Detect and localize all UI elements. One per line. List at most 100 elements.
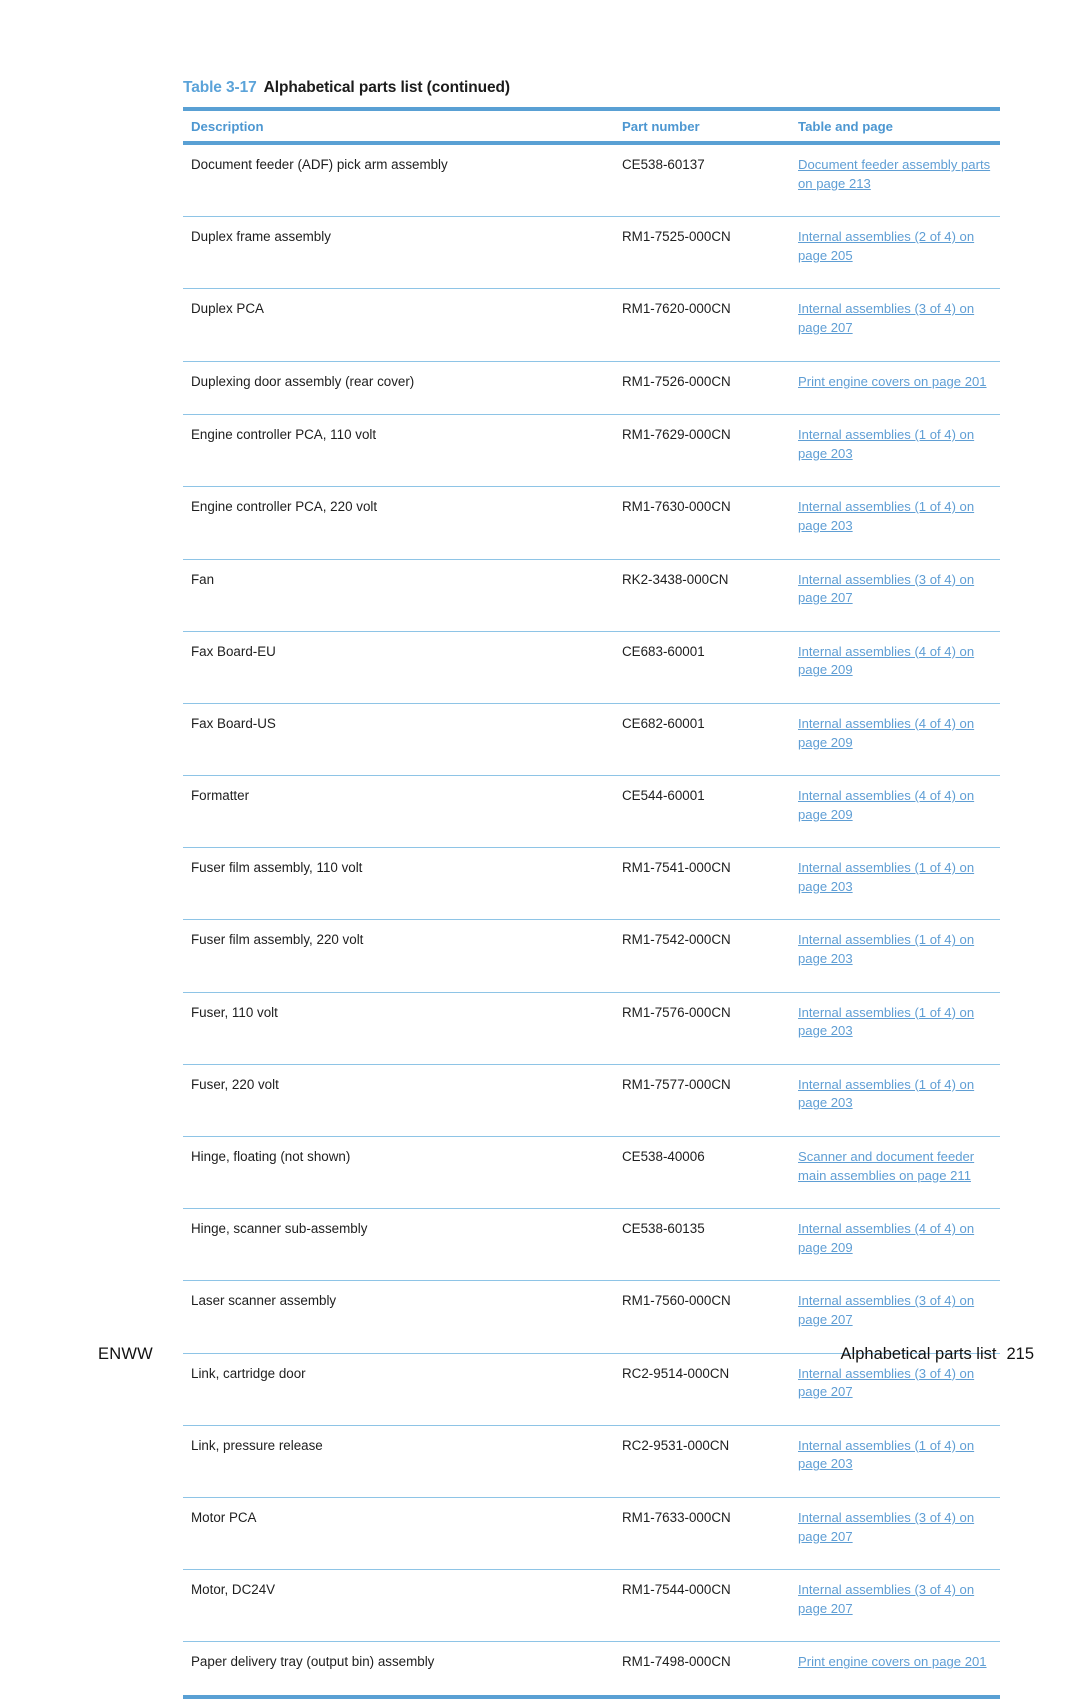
cross-reference-link[interactable]: Internal assemblies (3 of 4) on page 207 [798,1293,974,1327]
cross-reference-link[interactable]: Internal assemblies (1 of 4) on page 203 [798,1438,974,1472]
table-row: Engine controller PCA, 220 volt RM1-7630-… [183,486,1000,560]
cell-table-and-page: Internal assemblies (4 of 4) on page 209 [790,775,1000,849]
cell-part-number: RM1-7526-000CN [614,361,790,416]
cross-reference-link[interactable]: Scanner and document feeder main assembl… [798,1149,974,1183]
cell-table-and-page: Internal assemblies (1 of 4) on page 203 [790,992,1000,1065]
cross-reference-link[interactable]: Internal assemblies (3 of 4) on page 207 [798,1510,974,1544]
table-row: Engine controller PCA, 110 volt RM1-7629-… [183,414,1000,488]
cell-table-and-page: Internal assemblies (4 of 4) on page 209 [790,1208,1000,1282]
table-row: Fuser film assembly, 110 volt RM1-7541-00… [183,847,1000,921]
table-row: Motor, DC24V RM1-7544-000CN Internal assem… [183,1569,1000,1643]
table-caption-title: Alphabetical parts list (continued) [263,79,510,96]
cell-table-and-page: Internal assemblies (3 of 4) on page 207 [790,1280,1000,1354]
cross-reference-link[interactable]: Internal assemblies (1 of 4) on page 203 [798,860,974,894]
cell-table-and-page: Internal assemblies (2 of 4) on page 205 [790,216,1000,290]
alphabetical-parts-table: Description Part number Table and page D… [183,107,1000,1699]
cell-part-number: CE538-60135 [614,1208,790,1282]
table-header-row: Description Part number Table and page [183,107,1000,145]
cross-reference-link[interactable]: Internal assemblies (4 of 4) on page 209 [798,716,974,750]
cell-part-number: RM1-7629-000CN [614,414,790,488]
table-row: Paper delivery tray (output bin) assembl… [183,1641,1000,1699]
cross-reference-link[interactable]: Internal assemblies (2 of 4) on page 205 [798,229,974,263]
cell-part-number: RM1-7542-000CN [614,919,790,993]
cross-reference-link[interactable]: Internal assemblies (3 of 4) on page 207 [798,1582,974,1616]
cell-description: Hinge, floating (not shown) [183,1136,614,1210]
cross-reference-link[interactable]: Internal assemblies (1 of 4) on page 203 [798,1005,974,1039]
cell-part-number: RM1-7630-000CN [614,486,790,560]
cell-part-number: RM1-7498-000CN [614,1641,790,1699]
cross-reference-link[interactable]: Internal assemblies (1 of 4) on page 203 [798,499,974,533]
table-row: Fuser, 110 volt RM1-7576-000CN Internal as… [183,992,1000,1065]
cell-description: Fax Board-EU [183,631,614,704]
table-row: Laser scanner assembly RM1-7560-000CN Inte… [183,1280,1000,1354]
cell-part-number: RM1-7576-000CN [614,992,790,1065]
cell-part-number: RK2-3438-000CN [614,559,790,632]
cell-table-and-page: Internal assemblies (3 of 4) on page 207 [790,1497,1000,1571]
cell-description: Fax Board-US [183,703,614,777]
cell-description: Engine controller PCA, 220 volt [183,486,614,560]
footer-page-number: 215 [1006,1345,1034,1363]
cell-description: Engine controller PCA, 110 volt [183,414,614,488]
table-body: Document feeder (ADF) pick arm assembly C… [183,143,1000,1699]
cell-description: Motor PCA [183,1497,614,1571]
column-header-table-and-page: Table and page [790,107,1000,145]
cell-part-number: CE683-60001 [614,631,790,704]
cell-description: Paper delivery tray (output bin) assembl… [183,1641,614,1699]
cell-part-number: CE544-60001 [614,775,790,849]
cell-description: Duplexing door assembly (rear cover) [183,361,614,416]
cell-table-and-page: Internal assemblies (3 of 4) on page 207 [790,288,1000,362]
table-header: Description Part number Table and page [183,107,1000,145]
cell-table-and-page: Scanner and document feeder main assembl… [790,1136,1000,1210]
cell-part-number: RM1-7525-000CN [614,216,790,290]
cell-description: Fan [183,559,614,632]
cell-table-and-page: Internal assemblies (3 of 4) on page 207 [790,559,1000,632]
table-row: Document feeder (ADF) pick arm assembly C… [183,143,1000,218]
table-row: Fax Board-EU CE683-60001 Internal assembli… [183,631,1000,704]
cross-reference-link[interactable]: Print engine covers on page 201 [798,1654,987,1669]
cell-table-and-page: Print engine covers on page 201 [790,1641,1000,1699]
cell-part-number: RM1-7620-000CN [614,288,790,362]
footer-section: Alphabetical parts list 215 [841,1345,1034,1364]
column-header-description: Description [183,107,614,145]
table-row: Fuser film assembly, 220 volt RM1-7542-00… [183,919,1000,993]
cross-reference-link[interactable]: Document feeder assembly parts on page 2… [798,157,990,191]
cell-table-and-page: Internal assemblies (1 of 4) on page 203 [790,486,1000,560]
cell-part-number: CE538-40006 [614,1136,790,1210]
cell-description: Fuser, 110 volt [183,992,614,1065]
table-row: Hinge, scanner sub-assembly CE538-60135 In… [183,1208,1000,1282]
cell-table-and-page: Internal assemblies (4 of 4) on page 209 [790,703,1000,777]
cross-reference-link[interactable]: Internal assemblies (3 of 4) on page 207 [798,301,974,335]
table-row: Fan RK2-3438-000CN Internal assemblies (3 … [183,559,1000,632]
table-row: Duplex frame assembly RM1-7525-000CN Inter… [183,216,1000,290]
cell-part-number: RC2-9531-000CN [614,1425,790,1498]
cross-reference-link[interactable]: Internal assemblies (1 of 4) on page 203 [798,1077,974,1111]
cross-reference-link[interactable]: Print engine covers on page 201 [798,374,987,389]
footer-section-label: Alphabetical parts list [840,1345,997,1363]
cell-part-number: RM1-7544-000CN [614,1569,790,1643]
table-caption: Table 3-17 Alphabetical parts list (conti… [183,79,510,97]
cell-description: Link, pressure release [183,1425,614,1498]
table-row: Fuser, 220 volt RM1-7577-000CN Internal as… [183,1064,1000,1138]
cross-reference-link[interactable]: Internal assemblies (1 of 4) on page 203 [798,427,974,461]
table-row: Fax Board-US CE682-60001 Internal assembli… [183,703,1000,777]
cell-part-number: RM1-7541-000CN [614,847,790,921]
cell-description: Fuser, 220 volt [183,1064,614,1138]
document-page: Table 3-17 Alphabetical parts list (conti… [0,0,1080,1699]
cross-reference-link[interactable]: Internal assemblies (1 of 4) on page 203 [798,932,974,966]
cell-description: Link, cartridge door [183,1353,614,1426]
cell-table-and-page: Internal assemblies (1 of 4) on page 203 [790,414,1000,488]
cell-description: Document feeder (ADF) pick arm assembly [183,143,614,218]
column-header-part-number: Part number [614,107,790,145]
table-row: Duplexing door assembly (rear cover) RM1-… [183,361,1000,416]
cross-reference-link[interactable]: Internal assemblies (3 of 4) on page 207 [798,1366,974,1400]
cross-reference-link[interactable]: Internal assemblies (4 of 4) on page 209 [798,644,974,678]
cross-reference-link[interactable]: Internal assemblies (4 of 4) on page 209 [798,788,974,822]
table-row: Link, pressure release RC2-9531-000CN Inte… [183,1425,1000,1498]
cell-table-and-page: Internal assemblies (4 of 4) on page 209 [790,631,1000,704]
cell-description: Formatter [183,775,614,849]
cell-description: Fuser film assembly, 220 volt [183,919,614,993]
cell-description: Fuser film assembly, 110 volt [183,847,614,921]
cell-table-and-page: Document feeder assembly parts on page 2… [790,143,1000,218]
cross-reference-link[interactable]: Internal assemblies (4 of 4) on page 209 [798,1221,974,1255]
cross-reference-link[interactable]: Internal assemblies (3 of 4) on page 207 [798,572,974,606]
